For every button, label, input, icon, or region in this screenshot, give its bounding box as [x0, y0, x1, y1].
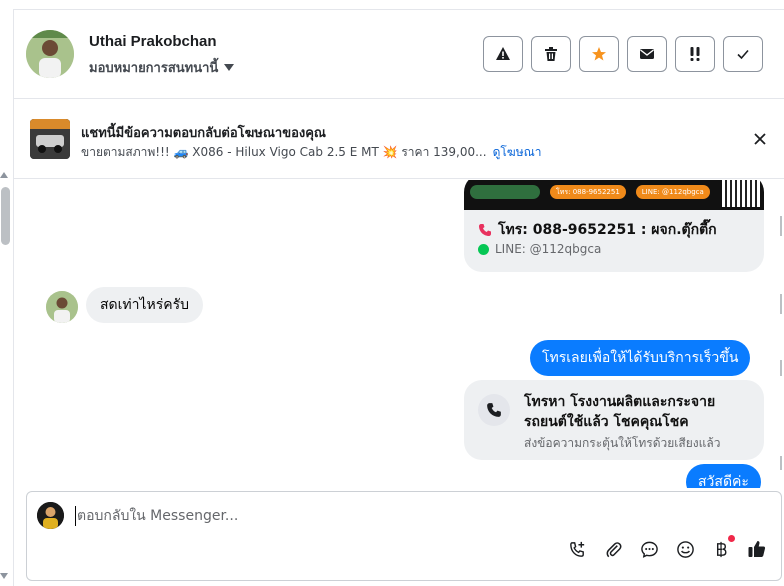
double-exclamation-icon: [690, 47, 700, 61]
contact-name[interactable]: Uthai Prakobchan: [89, 33, 217, 50]
like-button[interactable]: [747, 539, 767, 559]
call-button[interactable]: [567, 539, 587, 559]
ad-banner-title: แชทนี้มีข้อความตอบกลับต่อโฆษณาของคุณ: [81, 126, 326, 141]
check-icon: [737, 49, 749, 60]
saved-replies-button[interactable]: [639, 539, 659, 559]
star-button[interactable]: [579, 36, 619, 72]
phone-plus-icon: [569, 541, 584, 557]
card-banner-image: โทร: 088-9652251 LINE: @112qbgca: [464, 180, 764, 210]
paperclip-icon: [606, 541, 621, 557]
ad-banner-subtitle: ขายตามสภาพ!!! 🚙 X086 - Hilux Vigo Cab 2.…: [81, 143, 542, 162]
avatar[interactable]: [46, 291, 78, 323]
incoming-message[interactable]: สดเท่าไหร่ครับ: [86, 287, 204, 323]
composer-toolbar: [567, 535, 767, 559]
ad-thumbnail[interactable]: [30, 119, 70, 159]
view-ad-link[interactable]: ดูโฆษณา: [493, 145, 542, 159]
banner-line-pill: LINE: @112qbgca: [635, 185, 710, 199]
emoji-button[interactable]: [675, 539, 695, 559]
thumbs-up-icon: [748, 541, 766, 557]
avatar[interactable]: [26, 30, 74, 78]
report-spam-button[interactable]: [483, 36, 523, 72]
warning-triangle-icon: [496, 47, 510, 60]
line-logo-icon: [478, 243, 489, 255]
envelope-icon: [640, 49, 654, 59]
scrollbar-thumb[interactable]: [1, 187, 10, 245]
card-line-id: LINE: @112qbgca: [478, 242, 601, 256]
trash-icon: [545, 47, 557, 61]
mark-done-button[interactable]: [723, 36, 763, 72]
reply-input[interactable]: [75, 506, 575, 526]
message-list[interactable]: โทร: 088-9652251 LINE: @112qbgca โทร: 08…: [28, 180, 784, 488]
outgoing-message[interactable]: โทรเลยเพื่อให้ได้รับบริการเร็วขึ้น: [530, 340, 751, 376]
phone-icon: [478, 394, 510, 426]
call-card-title: โทรหา โรงงานผลิตและกระจายรถยนต์ใช้แล้ว โ…: [524, 394, 716, 430]
close-banner-button[interactable]: [750, 129, 770, 149]
emoji-icon: [676, 540, 694, 558]
baht-icon: [716, 541, 726, 557]
ad-reply-banner: แชทนี้มีข้อความตอบกลับต่อโฆษณาของคุณ ขาย…: [14, 99, 784, 179]
attach-button[interactable]: [603, 539, 623, 559]
chat-bubble-icon: [640, 541, 658, 558]
card-phone-text: โทร: 088-9652251 : ผจก.ตุ๊กตี๊ก: [498, 222, 717, 238]
avatar: [37, 502, 64, 529]
banner-phone-pill: โทร: 088-9652251: [550, 185, 626, 199]
reply-composer: [26, 491, 782, 581]
dealer-logo: [470, 185, 540, 199]
header-actions: [483, 36, 763, 72]
call-card-subtitle: ส่งข้อความกระตุ้นให้โทรด้วยเสียงแล้ว: [524, 436, 721, 450]
conversation-header: Uthai Prakobchan มอบหมายการสนทนานี้: [14, 10, 784, 99]
conversation-panel: Uthai Prakobchan มอบหมายการสนทนานี้ แชทน…: [13, 9, 784, 586]
message-list-scrollbar[interactable]: [778, 180, 784, 478]
payment-button[interactable]: [711, 535, 735, 559]
notification-dot: [728, 535, 735, 542]
outgoing-message[interactable]: สวัสดีค่ะ: [686, 464, 761, 488]
card-line-text: LINE: @112qbgca: [495, 242, 602, 256]
delete-button[interactable]: [531, 36, 571, 72]
assign-label: มอบหมายการสนทนานี้: [89, 61, 219, 76]
close-icon: [754, 133, 766, 145]
scroll-down-arrow-icon[interactable]: [0, 573, 8, 579]
qr-code-image: [722, 180, 760, 207]
assign-conversation-dropdown[interactable]: มอบหมายการสนทนานี้: [89, 57, 235, 78]
phone-icon: [479, 224, 491, 236]
chevron-down-icon: [224, 64, 235, 71]
mark-unread-button[interactable]: [627, 36, 667, 72]
follow-up-button[interactable]: [675, 36, 715, 72]
card-phone-line: โทร: 088-9652251 : ผจก.ตุ๊กตี๊ก: [478, 219, 717, 241]
call-prompt-card[interactable]: โทรหา โรงงานผลิตและกระจายรถยนต์ใช้แล้ว โ…: [464, 380, 764, 460]
ad-description: ขายตามสภาพ!!! 🚙 X086 - Hilux Vigo Cab 2.…: [81, 145, 487, 159]
contact-info-card[interactable]: โทร: 088-9652251 LINE: @112qbgca โทร: 08…: [464, 180, 764, 272]
scroll-up-arrow-icon[interactable]: [0, 172, 8, 178]
star-icon: [592, 47, 606, 61]
